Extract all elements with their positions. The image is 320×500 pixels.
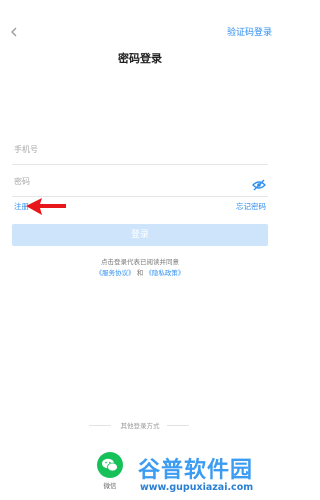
divider-line-right bbox=[167, 425, 189, 426]
privacy-policy-link[interactable]: 《隐私政策》 bbox=[145, 269, 184, 277]
red-arrow-annotation bbox=[26, 198, 66, 215]
chevron-left-icon bbox=[8, 20, 22, 44]
agreement-text: 点击登录代表已阅读并同意 《服务协议》 和 《隐私政策》 bbox=[0, 257, 280, 279]
page-title: 密码登录 bbox=[118, 52, 162, 65]
wechat-label: 微信 bbox=[103, 482, 117, 490]
watermark-name: 谷普软件园 bbox=[138, 458, 254, 483]
eye-slash-icon[interactable] bbox=[252, 176, 266, 191]
top-bar: 验证码登录 bbox=[0, 20, 280, 44]
sms-login-switch[interactable]: 验证码登录 bbox=[227, 25, 272, 38]
agreement-and: 和 bbox=[136, 269, 144, 277]
service-agreement-link[interactable]: 《服务协议》 bbox=[96, 269, 135, 277]
phone-field[interactable]: 手机号 bbox=[12, 138, 268, 165]
watermark-url: www.gupuxiazai.com bbox=[140, 482, 254, 493]
forgot-password-link[interactable]: 忘记密码 bbox=[236, 201, 266, 212]
password-placeholder: 密码 bbox=[14, 177, 30, 186]
phone-placeholder: 手机号 bbox=[14, 145, 38, 154]
other-login-divider: 其他登录方式 bbox=[0, 420, 280, 430]
other-login-label: 其他登录方式 bbox=[120, 422, 160, 430]
login-button[interactable]: 登录 bbox=[12, 224, 268, 246]
wechat-icon bbox=[97, 452, 123, 478]
agreement-line: 点击登录代表已阅读并同意 bbox=[101, 258, 179, 266]
wechat-login-button[interactable] bbox=[97, 452, 123, 478]
back-button[interactable] bbox=[8, 20, 22, 44]
password-field[interactable]: 密码 bbox=[12, 170, 268, 197]
watermark: 谷普软件园 www.gupuxiazai.com bbox=[132, 450, 280, 500]
